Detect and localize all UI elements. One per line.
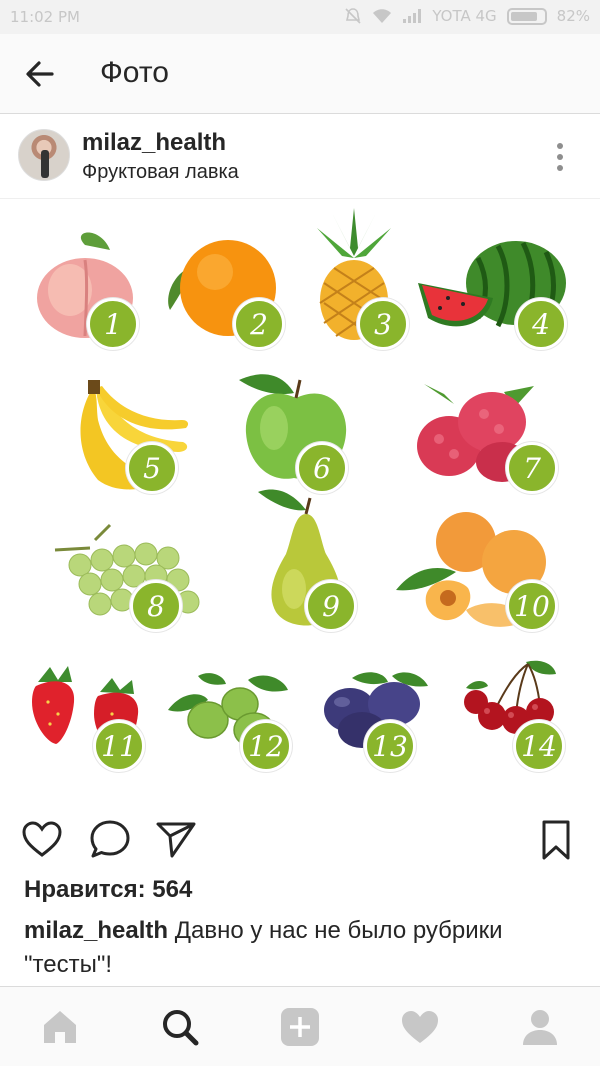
page-title: Фото bbox=[100, 56, 169, 89]
battery-percent: 82% bbox=[556, 7, 590, 25]
fruit-number-badge: 11 bbox=[93, 720, 145, 772]
fruit-number-badge: 7 bbox=[506, 442, 558, 494]
banana-image bbox=[80, 380, 189, 490]
back-arrow-icon[interactable] bbox=[22, 56, 58, 92]
post-header: milaz_health Фруктовая лавка bbox=[0, 115, 600, 199]
fruit-number-badge: 1 bbox=[87, 298, 139, 350]
profile-icon[interactable] bbox=[518, 1005, 562, 1049]
post-location[interactable]: Фруктовая лавка bbox=[82, 161, 239, 184]
fruit-number-badge: 4 bbox=[515, 298, 567, 350]
mute-icon bbox=[345, 8, 361, 24]
carrier-label: YOTA 4G bbox=[432, 7, 497, 25]
likes-count[interactable]: Нравится: 564 bbox=[24, 876, 192, 904]
fruit-number-badge: 12 bbox=[240, 720, 292, 772]
post-caption: milaz_health Давно у нас не было рубрики… bbox=[24, 914, 584, 982]
fruit-number-badge: 13 bbox=[364, 720, 416, 772]
fruit-number-badge: 2 bbox=[233, 298, 285, 350]
activity-heart-icon[interactable] bbox=[398, 1005, 442, 1049]
avatar[interactable] bbox=[18, 129, 70, 181]
fruit-number-badge: 9 bbox=[305, 580, 357, 632]
post-actions bbox=[0, 810, 600, 870]
fruit-number-badge: 10 bbox=[506, 580, 558, 632]
fruit-number-badge: 14 bbox=[513, 720, 565, 772]
home-icon[interactable] bbox=[38, 1005, 82, 1049]
search-icon[interactable] bbox=[158, 1005, 202, 1049]
caption-username[interactable]: milaz_health bbox=[24, 917, 168, 944]
fruit-number-badge: 5 bbox=[126, 442, 178, 494]
status-time: 11:02 PM bbox=[10, 8, 80, 26]
bottom-nav bbox=[0, 986, 600, 1066]
heart-icon[interactable] bbox=[20, 818, 64, 862]
post-photo[interactable]: 1 2 3 4 5 6 7 8 9 10 11 12 13 14 bbox=[0, 200, 600, 805]
more-options-icon[interactable] bbox=[548, 143, 572, 179]
signal-icon bbox=[403, 9, 422, 23]
fruit-number-badge: 8 bbox=[130, 580, 182, 632]
post-username[interactable]: milaz_health bbox=[82, 129, 226, 157]
comment-icon[interactable] bbox=[88, 818, 132, 862]
status-bar: 11:02 PM YOTA 4G 82% bbox=[0, 0, 600, 34]
wifi-icon bbox=[373, 9, 392, 23]
share-icon[interactable] bbox=[154, 818, 198, 862]
bookmark-icon[interactable] bbox=[534, 818, 578, 862]
fruit-number-badge: 3 bbox=[357, 298, 409, 350]
battery-icon bbox=[506, 7, 547, 25]
add-icon[interactable] bbox=[278, 1005, 322, 1049]
top-app-bar: Фото bbox=[0, 34, 600, 114]
